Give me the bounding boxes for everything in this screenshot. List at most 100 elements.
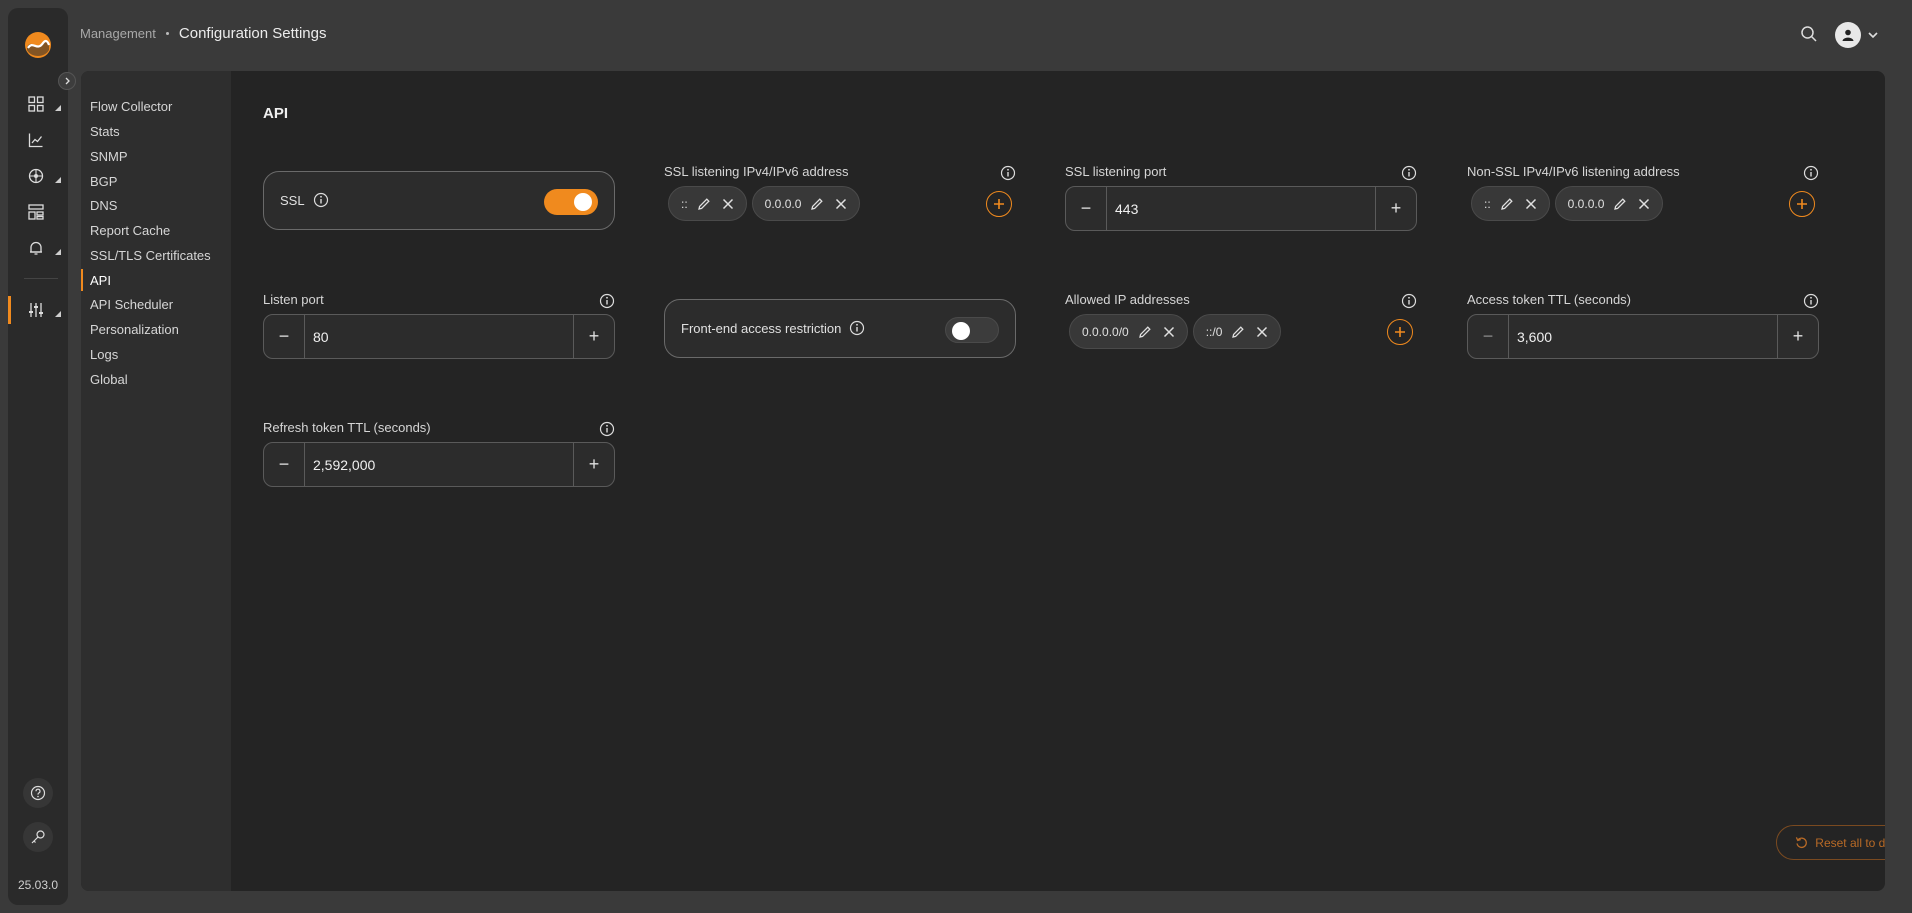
pencil-icon[interactable]	[809, 196, 825, 212]
close-icon[interactable]	[1523, 196, 1539, 212]
subnav-item-ssl-tls-certificates[interactable]: SSL/TLS Certificates	[90, 246, 211, 266]
avatar	[1835, 22, 1861, 48]
close-icon[interactable]	[1254, 324, 1270, 340]
ssl-toggle[interactable]	[544, 189, 598, 215]
increment-button[interactable]: +	[1376, 187, 1416, 230]
settings-sliders-icon	[28, 302, 44, 318]
brand-logo-icon[interactable]	[23, 30, 53, 60]
pencil-icon[interactable]	[1137, 324, 1153, 340]
settings-content: API SSL SSL listening IPv4/IPv6 address …	[231, 71, 1885, 891]
rail-settings-button[interactable]	[28, 296, 64, 324]
key-icon	[30, 829, 46, 845]
allowed-ips-label: Allowed IP addresses	[1065, 292, 1190, 307]
frontend-restriction-label: Front-end access restriction	[681, 320, 842, 336]
pencil-icon[interactable]	[1612, 196, 1628, 212]
subnav-item-bgp[interactable]: BGP	[90, 172, 117, 192]
refresh-ttl-input[interactable]: 2,592,000	[304, 443, 574, 486]
pencil-icon[interactable]	[1230, 324, 1246, 340]
add-ssl-address-button[interactable]	[986, 191, 1012, 217]
plus-icon	[1796, 198, 1808, 210]
rail-active-indicator	[8, 296, 11, 324]
submenu-indicator-icon	[55, 105, 61, 111]
add-allowed-ip-button[interactable]	[1387, 319, 1413, 345]
rail-alerts-button[interactable]	[28, 234, 64, 262]
ssl-port-label: SSL listening port	[1065, 164, 1167, 179]
increment-button[interactable]: +	[574, 443, 614, 486]
subnav-item-report-cache[interactable]: Report Cache	[90, 221, 170, 241]
info-icon[interactable]	[1803, 293, 1819, 309]
info-icon[interactable]	[849, 320, 865, 336]
decrement-button[interactable]: −	[264, 443, 304, 486]
help-button[interactable]	[23, 778, 53, 808]
ssl-port-input[interactable]: 443	[1106, 187, 1376, 230]
chip-value: 0.0.0.0/0	[1082, 324, 1129, 339]
address-chip: 0.0.0.0	[751, 186, 861, 221]
help-icon	[30, 785, 46, 801]
plus-icon	[993, 198, 1005, 210]
frontend-restriction-toggle[interactable]	[945, 317, 999, 343]
info-icon[interactable]	[1401, 293, 1417, 309]
access-ttl-input[interactable]: 3,600	[1508, 315, 1778, 358]
rail-expand-button[interactable]	[58, 72, 76, 90]
add-non-ssl-address-button[interactable]	[1789, 191, 1815, 217]
close-icon[interactable]	[833, 196, 849, 212]
subnav-item-stats[interactable]: Stats	[90, 122, 120, 142]
license-key-button[interactable]	[23, 822, 53, 852]
close-icon[interactable]	[1636, 196, 1652, 212]
subnav-item-flow-collector[interactable]: Flow Collector	[90, 97, 172, 117]
info-icon[interactable]	[599, 421, 615, 437]
app-version: 25.03.0	[17, 878, 59, 892]
close-icon[interactable]	[720, 196, 736, 212]
subnav-item-personalization[interactable]: Personalization	[90, 320, 179, 340]
search-button[interactable]	[1800, 25, 1818, 43]
address-chip: ::/0	[1192, 314, 1282, 349]
listen-port-label: Listen port	[263, 292, 324, 307]
reset-all-button[interactable]: Reset all to default	[1776, 825, 1885, 860]
info-icon[interactable]	[1803, 165, 1819, 181]
decrement-button[interactable]: −	[1468, 315, 1508, 358]
reset-icon	[1795, 836, 1808, 849]
chip-value: ::/0	[1205, 324, 1223, 339]
app-rail: 25.03.0	[8, 8, 76, 905]
breadcrumb-parent[interactable]: Management	[80, 26, 156, 41]
subnav-item-logs[interactable]: Logs	[90, 345, 118, 365]
user-menu-button[interactable]	[1835, 22, 1883, 48]
pencil-icon[interactable]	[1499, 196, 1515, 212]
listen-port-input[interactable]: 80	[304, 315, 574, 358]
address-chip: 0.0.0.0/0	[1069, 314, 1188, 349]
info-icon[interactable]	[313, 192, 329, 208]
ssl-toggle-card: SSL	[263, 171, 615, 230]
subnav-item-api[interactable]: API	[90, 271, 111, 291]
frontend-restriction-card: Front-end access restriction	[664, 299, 1016, 358]
address-chip: ::	[1471, 186, 1550, 221]
rail-network-button[interactable]	[28, 162, 64, 190]
decrement-button[interactable]: −	[264, 315, 304, 358]
increment-button[interactable]: +	[574, 315, 614, 358]
rail-divider	[24, 278, 58, 279]
subnav-item-dns[interactable]: DNS	[90, 196, 117, 216]
rail-topology-button[interactable]	[28, 198, 64, 226]
subnav-active-indicator	[81, 269, 83, 291]
chart-icon	[28, 132, 44, 148]
info-icon[interactable]	[1000, 165, 1016, 181]
subnav-item-api-scheduler[interactable]: API Scheduler	[90, 295, 173, 315]
submenu-indicator-icon	[55, 249, 61, 255]
subnav-item-global[interactable]: Global	[90, 370, 128, 390]
bell-icon	[28, 240, 44, 256]
network-icon	[28, 168, 44, 184]
rail-charts-button[interactable]	[28, 126, 64, 154]
increment-button[interactable]: +	[1778, 315, 1818, 358]
info-icon[interactable]	[1401, 165, 1417, 181]
submenu-indicator-icon	[55, 177, 61, 183]
submenu-indicator-icon	[55, 311, 61, 317]
decrement-button[interactable]: −	[1066, 187, 1106, 230]
toggle-knob	[952, 322, 970, 340]
settings-panel: Flow Collector Stats SNMP BGP DNS Report…	[81, 71, 1885, 891]
chevron-down-icon	[1867, 29, 1879, 41]
pencil-icon[interactable]	[696, 196, 712, 212]
subnav-item-snmp[interactable]: SNMP	[90, 147, 128, 167]
page-title: Configuration Settings	[178, 25, 327, 42]
info-icon[interactable]	[599, 293, 615, 309]
rail-dashboard-button[interactable]	[28, 90, 64, 118]
close-icon[interactable]	[1161, 324, 1177, 340]
